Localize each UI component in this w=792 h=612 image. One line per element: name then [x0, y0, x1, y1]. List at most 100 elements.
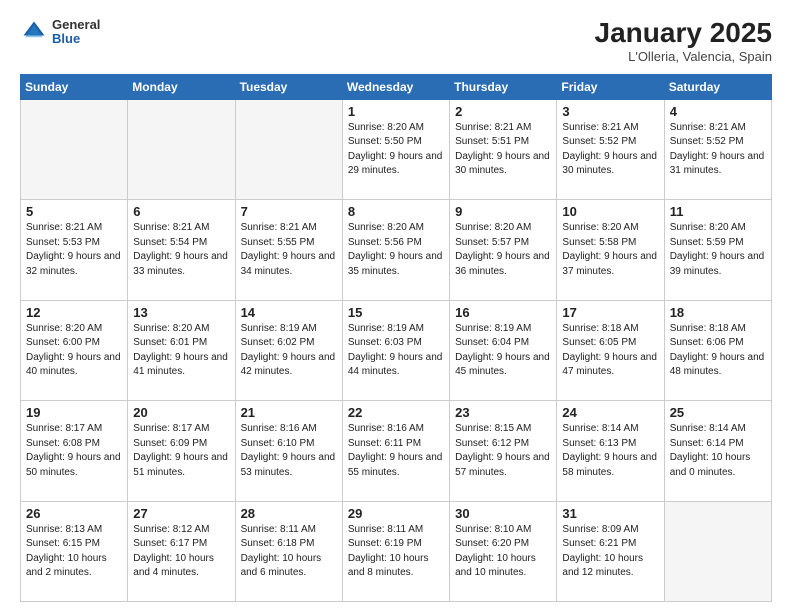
day-info: Sunrise: 8:21 AM Sunset: 5:55 PM Dayligh… [241, 221, 337, 279]
day-number: 6 [133, 204, 229, 219]
calendar-cell: 5 Sunrise: 8:21 AM Sunset: 5:53 PM Daylig… [21, 200, 128, 300]
day-number: 15 [348, 305, 444, 320]
day-info: Sunrise: 8:21 AM Sunset: 5:54 PM Dayligh… [133, 221, 229, 279]
col-thursday: Thursday [450, 74, 557, 99]
day-info: Sunrise: 8:10 AM Sunset: 6:20 PM Dayligh… [455, 523, 551, 581]
day-number: 22 [348, 405, 444, 420]
calendar-cell: 19 Sunrise: 8:17 AM Sunset: 6:08 PM Dayli… [21, 401, 128, 501]
day-number: 29 [348, 506, 444, 521]
day-info: Sunrise: 8:17 AM Sunset: 6:09 PM Dayligh… [133, 422, 229, 480]
calendar-cell: 18 Sunrise: 8:18 AM Sunset: 6:06 PM Dayli… [664, 300, 771, 400]
calendar-cell: 7Sunrise: 8:21 AM Sunset: 5:55 PM Daylig… [235, 200, 342, 300]
day-info: Sunrise: 8:14 AM Sunset: 6:13 PM Dayligh… [562, 422, 658, 480]
calendar-cell: 12Sunrise: 8:20 AM Sunset: 6:00 PM Dayli… [21, 300, 128, 400]
calendar-cell: 23 Sunrise: 8:15 AM Sunset: 6:12 PM Dayli… [450, 401, 557, 501]
day-number: 10 [562, 204, 658, 219]
calendar-cell [664, 501, 771, 601]
day-info: Sunrise: 8:19 AM Sunset: 6:04 PM Dayligh… [455, 322, 551, 380]
day-number: 13 [133, 305, 229, 320]
day-info: Sunrise: 8:20 AM Sunset: 5:50 PM Dayligh… [348, 121, 444, 179]
day-number: 31 [562, 506, 658, 521]
header: General Blue January 2025 L'Olleria, Val… [20, 18, 772, 64]
day-info: Sunrise: 8:18 AM Sunset: 6:05 PM Dayligh… [562, 322, 658, 380]
calendar-week-row: 26 Sunrise: 8:13 AM Sunset: 6:15 PM Dayli… [21, 501, 772, 601]
logo-icon [20, 18, 48, 46]
day-number: 8 [348, 204, 444, 219]
day-number: 14 [241, 305, 337, 320]
day-number: 26 [26, 506, 122, 521]
day-number: 5 [26, 204, 122, 219]
day-info: Sunrise: 8:18 AM Sunset: 6:06 PM Dayligh… [670, 322, 766, 380]
day-number: 17 [562, 305, 658, 320]
day-info: Sunrise: 8:21 AM Sunset: 5:53 PM Dayligh… [26, 221, 122, 279]
calendar-cell [235, 99, 342, 199]
calendar-cell: 15 Sunrise: 8:19 AM Sunset: 6:03 PM Dayli… [342, 300, 449, 400]
day-info: Sunrise: 8:20 AM Sunset: 5:57 PM Dayligh… [455, 221, 551, 279]
day-info: Sunrise: 8:13 AM Sunset: 6:15 PM Dayligh… [26, 523, 122, 581]
calendar-cell: 2Sunrise: 8:21 AM Sunset: 5:51 PM Daylig… [450, 99, 557, 199]
day-info: Sunrise: 8:11 AM Sunset: 6:18 PM Dayligh… [241, 523, 337, 581]
day-number: 25 [670, 405, 766, 420]
day-number: 23 [455, 405, 551, 420]
calendar-cell: 9 Sunrise: 8:20 AM Sunset: 5:57 PM Daylig… [450, 200, 557, 300]
calendar-week-row: 1 Sunrise: 8:20 AM Sunset: 5:50 PM Daylig… [21, 99, 772, 199]
calendar-cell: 11 Sunrise: 8:20 AM Sunset: 5:59 PM Dayli… [664, 200, 771, 300]
calendar-cell: 28Sunrise: 8:11 AM Sunset: 6:18 PM Dayli… [235, 501, 342, 601]
calendar-title: January 2025 [595, 18, 772, 49]
calendar-cell: 13Sunrise: 8:20 AM Sunset: 6:01 PM Dayli… [128, 300, 235, 400]
day-info: Sunrise: 8:17 AM Sunset: 6:08 PM Dayligh… [26, 422, 122, 480]
day-number: 3 [562, 104, 658, 119]
day-info: Sunrise: 8:15 AM Sunset: 6:12 PM Dayligh… [455, 422, 551, 480]
col-monday: Monday [128, 74, 235, 99]
day-number: 12 [26, 305, 122, 320]
day-info: Sunrise: 8:20 AM Sunset: 5:58 PM Dayligh… [562, 221, 658, 279]
day-info: Sunrise: 8:21 AM Sunset: 5:52 PM Dayligh… [562, 121, 658, 179]
logo-text: General Blue [52, 18, 100, 47]
day-number: 19 [26, 405, 122, 420]
calendar-cell: 17 Sunrise: 8:18 AM Sunset: 6:05 PM Dayli… [557, 300, 664, 400]
calendar-header-row: Sunday Monday Tuesday Wednesday Thursday… [21, 74, 772, 99]
calendar-cell: 4Sunrise: 8:21 AM Sunset: 5:52 PM Daylig… [664, 99, 771, 199]
calendar-cell: 3 Sunrise: 8:21 AM Sunset: 5:52 PM Daylig… [557, 99, 664, 199]
col-wednesday: Wednesday [342, 74, 449, 99]
calendar-subtitle: L'Olleria, Valencia, Spain [595, 49, 772, 64]
calendar-cell: 16 Sunrise: 8:19 AM Sunset: 6:04 PM Dayli… [450, 300, 557, 400]
day-info: Sunrise: 8:11 AM Sunset: 6:19 PM Dayligh… [348, 523, 444, 581]
calendar-cell: 24Sunrise: 8:14 AM Sunset: 6:13 PM Dayli… [557, 401, 664, 501]
calendar-cell: 27Sunrise: 8:12 AM Sunset: 6:17 PM Dayli… [128, 501, 235, 601]
day-info: Sunrise: 8:20 AM Sunset: 5:59 PM Dayligh… [670, 221, 766, 279]
day-info: Sunrise: 8:16 AM Sunset: 6:10 PM Dayligh… [241, 422, 337, 480]
calendar-cell: 25Sunrise: 8:14 AM Sunset: 6:14 PM Dayli… [664, 401, 771, 501]
day-number: 1 [348, 104, 444, 119]
col-tuesday: Tuesday [235, 74, 342, 99]
logo-general-text: General [52, 18, 100, 32]
day-number: 11 [670, 204, 766, 219]
calendar-cell [128, 99, 235, 199]
calendar-table: Sunday Monday Tuesday Wednesday Thursday… [20, 74, 772, 602]
calendar-cell: 8 Sunrise: 8:20 AM Sunset: 5:56 PM Daylig… [342, 200, 449, 300]
col-sunday: Sunday [21, 74, 128, 99]
calendar-cell: 14 Sunrise: 8:19 AM Sunset: 6:02 PM Dayli… [235, 300, 342, 400]
calendar-body: 1 Sunrise: 8:20 AM Sunset: 5:50 PM Daylig… [21, 99, 772, 601]
day-number: 30 [455, 506, 551, 521]
day-info: Sunrise: 8:19 AM Sunset: 6:02 PM Dayligh… [241, 322, 337, 380]
day-info: Sunrise: 8:21 AM Sunset: 5:51 PM Dayligh… [455, 121, 551, 179]
calendar-week-row: 19 Sunrise: 8:17 AM Sunset: 6:08 PM Dayli… [21, 401, 772, 501]
day-number: 18 [670, 305, 766, 320]
day-info: Sunrise: 8:20 AM Sunset: 5:56 PM Dayligh… [348, 221, 444, 279]
day-number: 4 [670, 104, 766, 119]
day-number: 9 [455, 204, 551, 219]
calendar-cell: 31Sunrise: 8:09 AM Sunset: 6:21 PM Dayli… [557, 501, 664, 601]
day-number: 16 [455, 305, 551, 320]
page: General Blue January 2025 L'Olleria, Val… [0, 0, 792, 612]
logo: General Blue [20, 18, 100, 47]
day-number: 27 [133, 506, 229, 521]
logo-blue-text: Blue [52, 32, 100, 46]
day-info: Sunrise: 8:19 AM Sunset: 6:03 PM Dayligh… [348, 322, 444, 380]
calendar-cell: 6 Sunrise: 8:21 AM Sunset: 5:54 PM Daylig… [128, 200, 235, 300]
col-friday: Friday [557, 74, 664, 99]
day-number: 21 [241, 405, 337, 420]
day-number: 20 [133, 405, 229, 420]
calendar-cell: 26 Sunrise: 8:13 AM Sunset: 6:15 PM Dayli… [21, 501, 128, 601]
col-saturday: Saturday [664, 74, 771, 99]
